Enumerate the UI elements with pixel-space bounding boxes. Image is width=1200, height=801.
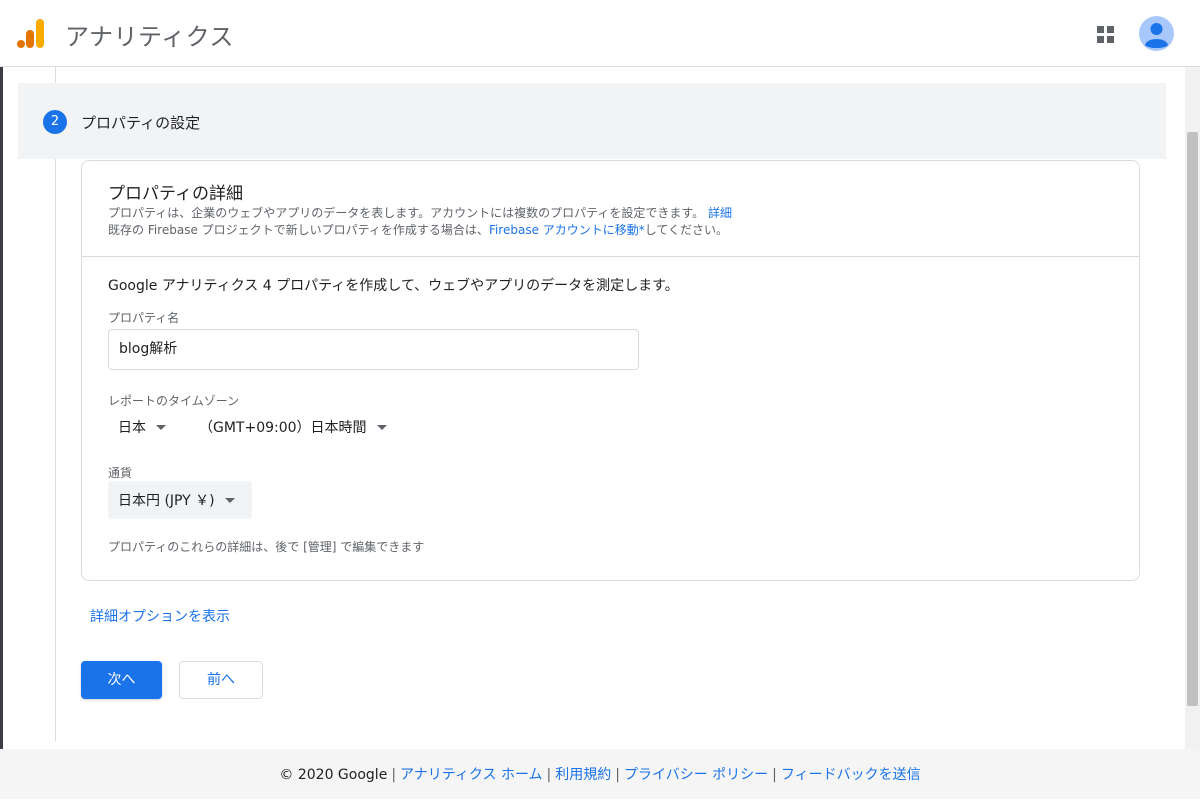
intro-text: Google アナリティクス 4 プロパティを作成して、ウェブやアプリのデータを…	[108, 278, 679, 294]
next-button[interactable]: 次へ	[81, 661, 162, 699]
footer: © 2020 Google | アナリティクス ホーム | 利用規約 | プライバシー ポリ…	[0, 749, 1200, 799]
footer-copyright: © 2020 Google	[279, 767, 388, 783]
top-bar: アナリティクス	[0, 0, 1200, 67]
details-link[interactable]: 詳細	[708, 206, 732, 220]
account-avatar-icon[interactable]	[1139, 16, 1174, 51]
timezone-country-value: 日本	[118, 420, 146, 436]
apps-grid-icon[interactable]	[1097, 26, 1115, 44]
previous-button[interactable]: 前へ	[179, 661, 263, 699]
chevron-down-icon	[156, 424, 166, 430]
stepper-line	[55, 67, 56, 741]
footer-link-privacy[interactable]: プライバシー ポリシー	[624, 767, 768, 783]
window-edge	[0, 67, 3, 799]
card-description-1: プロパティは、企業のウェブやアプリのデータを表します。アカウントには複数のプロパ…	[108, 204, 732, 221]
footer-separator: |	[391, 767, 397, 783]
footer-link-feedback[interactable]: フィードバックを送信	[781, 767, 921, 783]
chevron-down-icon	[224, 497, 235, 503]
footer-separator: |	[615, 767, 620, 783]
firebase-account-link[interactable]: Firebase アカウントに移動*	[489, 223, 645, 237]
desc-text-2: 既存の Firebase プロジェクトで新しいプロパティを作成する場合は、	[108, 223, 489, 237]
timezone-value: （GMT+09:00）日本時間	[199, 420, 367, 436]
app-title: アナリティクス	[65, 23, 234, 51]
scrollbar-thumb[interactable]	[1187, 132, 1198, 706]
currency-value: 日本円 (JPY ￥)	[118, 493, 215, 509]
property-name-label: プロパティ名	[108, 311, 180, 325]
card-description-2: 既存の Firebase プロジェクトで新しいプロパティを作成する場合は、Fir…	[108, 221, 728, 238]
footer-separator: |	[546, 767, 552, 783]
currency-label: 通貨	[108, 466, 133, 480]
timezone-select[interactable]: （GMT+09:00）日本時間	[189, 408, 397, 446]
desc-text-1: プロパティは、企業のウェブやアプリのデータを表します。アカウントには複数のプロパ…	[108, 206, 705, 220]
edit-later-note: プロパティのこれらの詳細は、後で [管理] で編集できます	[108, 540, 425, 554]
footer-separator: |	[772, 767, 777, 783]
card-title: プロパティの詳細	[108, 184, 243, 204]
timezone-label: レポートのタイムゾーン	[108, 394, 240, 408]
footer-link-analytics-home[interactable]: アナリティクス ホーム	[400, 767, 543, 783]
desc-text-3: してください。	[644, 223, 729, 237]
property-name-input[interactable]: blog解析	[108, 329, 639, 370]
property-details-card: プロパティの詳細 プロパティは、企業のウェブやアプリのデータを表します。アカウン…	[81, 160, 1140, 581]
show-advanced-options-link[interactable]: 詳細オプションを表示	[90, 606, 230, 626]
step-title: プロパティの設定	[81, 114, 201, 132]
analytics-logo-icon	[17, 19, 44, 48]
footer-link-terms[interactable]: 利用規約	[555, 767, 611, 783]
card-header: プロパティの詳細 プロパティは、企業のウェブやアプリのデータを表します。アカウン…	[82, 161, 1139, 257]
step-number-badge: 2	[43, 110, 67, 134]
chevron-down-icon	[376, 424, 387, 430]
currency-select[interactable]: 日本円 (JPY ￥)	[108, 481, 252, 519]
step-header[interactable]: 2 プロパティの設定	[18, 83, 1166, 159]
timezone-country-select[interactable]: 日本	[108, 408, 176, 446]
